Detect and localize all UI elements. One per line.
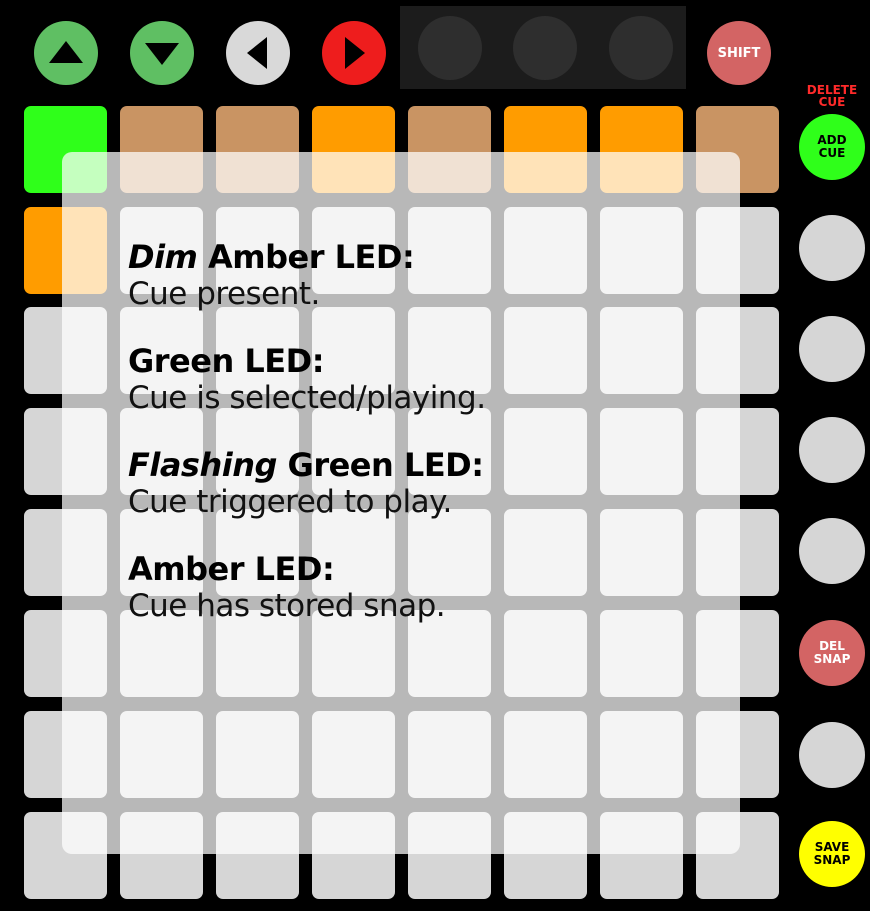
legend-description: Cue has stored snap. — [128, 588, 446, 624]
legend-description: Cue triggered to play. — [128, 484, 452, 520]
user1-button[interactable] — [513, 16, 577, 80]
triangle-up-icon — [49, 41, 83, 63]
scene-button-7[interactable] — [799, 722, 865, 788]
down-arrow-button[interactable] — [130, 21, 194, 85]
led-legend: Dim Amber LED: Cue present. Green LED: C… — [128, 238, 688, 654]
scene-button-3[interactable] — [799, 316, 865, 382]
legend-title-text: Amber LED: — [197, 238, 415, 276]
shift-button[interactable]: SHIFT — [707, 21, 771, 85]
session-button[interactable] — [418, 16, 482, 80]
add-cue-button[interactable]: ADD CUE — [799, 114, 865, 180]
legend-title: Flashing Green LED: — [128, 446, 688, 484]
legend-title-text: Amber LED: — [128, 550, 335, 588]
legend-title-text: Green LED: — [128, 342, 324, 380]
legend-emphasis: Flashing — [128, 446, 277, 484]
triangle-right-icon — [345, 37, 365, 69]
triangle-down-icon — [145, 43, 179, 65]
launchpad-controller: SHIFT DELETE CUE ADD CUE DEL SNAP SAVE SNA… — [0, 0, 870, 911]
legend-item: Flashing Green LED: Cue triggered to pla… — [128, 446, 688, 520]
left-arrow-button[interactable] — [226, 21, 290, 85]
scene-button-4[interactable] — [799, 417, 865, 483]
legend-title: Dim Amber LED: — [128, 238, 688, 276]
legend-title: Amber LED: — [128, 550, 688, 588]
right-arrow-button[interactable] — [322, 21, 386, 85]
scene-button-5[interactable] — [799, 518, 865, 584]
legend-title-text: Green LED: — [276, 446, 484, 484]
triangle-left-icon — [247, 37, 267, 69]
delete-cue-label: DELETE CUE — [806, 83, 858, 109]
legend-item: Dim Amber LED: Cue present. — [128, 238, 688, 312]
legend-description: Cue is selected/playing. — [128, 380, 486, 416]
dimmed-button-panel — [400, 6, 686, 89]
legend-item: Amber LED: Cue has stored snap. — [128, 550, 688, 624]
del-snap-button[interactable]: DEL SNAP — [799, 620, 865, 686]
user2-button[interactable] — [609, 16, 673, 80]
up-arrow-button[interactable] — [34, 21, 98, 85]
legend-emphasis: Dim — [128, 238, 198, 276]
legend-title: Green LED: — [128, 342, 688, 380]
save-snap-button[interactable]: SAVE SNAP — [799, 821, 865, 887]
legend-description: Cue present. — [128, 276, 320, 312]
legend-item: Green LED: Cue is selected/playing. — [128, 342, 688, 416]
scene-button-2[interactable] — [799, 215, 865, 281]
